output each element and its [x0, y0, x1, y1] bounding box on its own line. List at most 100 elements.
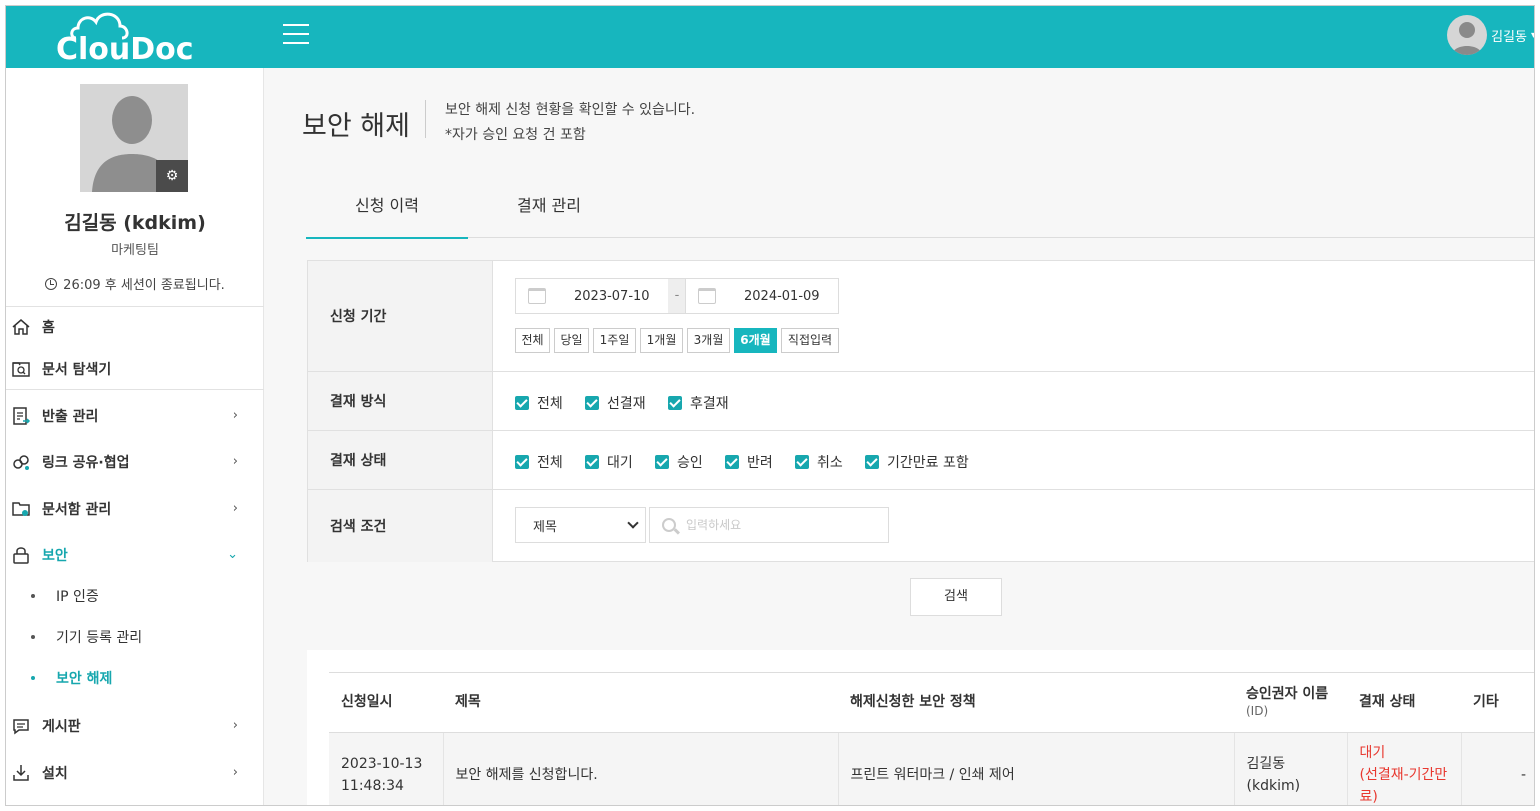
avatar [1447, 15, 1488, 55]
user-menu[interactable]: 김길동 ▾ [1447, 15, 1534, 55]
column-header-approver[interactable]: 승인권자 이름 (ID) [1234, 672, 1347, 733]
session-text: 26:09 후 세션이 종료됩니다. [63, 278, 225, 293]
checkbox-checked-icon [655, 455, 669, 469]
checkbox-checked-icon [725, 455, 739, 469]
profile-name: 김길동 (kdkim) [64, 212, 206, 234]
search-icon [662, 518, 676, 532]
column-header-status[interactable]: 결재 상태 [1347, 672, 1461, 733]
range-1week-button[interactable]: 1주일 [593, 328, 636, 353]
column-header-date[interactable]: 신청일시 [329, 672, 443, 733]
filter-label: 결재 방식 [308, 372, 493, 430]
filter-row-status: 결재 상태 전체 대기 승인 반려 취소 기간만료 포함 [308, 431, 1534, 490]
sidebar-item-explorer[interactable]: 문서 탐색기 [6, 349, 264, 389]
range-1month-button[interactable]: 1개월 [640, 328, 683, 353]
hamburger-menu-icon[interactable] [283, 24, 309, 46]
checkbox-checked-icon [515, 396, 529, 410]
page-title: 보안 해제 [302, 111, 410, 142]
table-row[interactable]: 2023-10-13 11:48:34 보안 해제를 신청합니다. 프린트 워터… [329, 732, 1534, 805]
date-to-value: 2024-01-09 [744, 288, 820, 304]
sidebar-item-label: 반출 관리 [42, 409, 99, 425]
status-approved-checkbox[interactable]: 승인 [655, 452, 703, 472]
range-all-button[interactable]: 전체 [515, 328, 550, 353]
chevron-down-icon: ⌄ [227, 547, 238, 562]
board-icon [10, 715, 32, 737]
sidebar-item-export[interactable]: 반출 관리 › [6, 396, 264, 436]
sidebar-item-security[interactable]: 보안 ⌄ [6, 535, 264, 575]
column-header-policy[interactable]: 해제신청한 보안 정책 [838, 672, 1234, 733]
caret-down-icon: ▾ [1531, 30, 1534, 41]
page-description-line: 보안 해제 신청 현황을 확인할 수 있습니다. [445, 102, 696, 118]
chevron-right-icon: › [232, 501, 238, 516]
sidebar-item-link-share[interactable]: 링크 공유·협업 › [6, 442, 264, 482]
sidebar-item-label: 설치 [42, 766, 68, 782]
sidebar-item-folder-manage[interactable]: 문서함 관리 › [6, 489, 264, 529]
results-table-panel: 신청일시 제목 해제신청한 보안 정책 승인권자 이름 (ID) 결재 상태 기… [307, 650, 1534, 805]
calendar-icon [698, 288, 716, 304]
search-field-selected: 제목 [533, 519, 557, 535]
method-all-checkbox[interactable]: 전체 [515, 393, 563, 413]
search-button[interactable]: 검색 [910, 578, 1002, 616]
date-from-value: 2023-07-10 [574, 288, 650, 304]
page-description: 보안 해제 신청 현황을 확인할 수 있습니다. *자가 승인 요청 건 포함 [445, 98, 695, 148]
date-to-field[interactable]: 2024-01-09 [685, 278, 839, 314]
table-header-row: 신청일시 제목 해제신청한 보안 정책 승인권자 이름 (ID) 결재 상태 기… [329, 672, 1534, 733]
status-all-checkbox[interactable]: 전체 [515, 452, 563, 472]
sidebar-item-board[interactable]: 게시판 › [6, 706, 264, 746]
export-doc-icon [10, 405, 32, 427]
status-expired-checkbox[interactable]: 기간만료 포함 [865, 452, 969, 472]
sidebar-item-label: 링크 공유·협업 [42, 455, 130, 471]
search-field-select[interactable]: 제목 [515, 507, 646, 543]
search-input[interactable] [686, 518, 876, 532]
chevron-right-icon: › [232, 408, 238, 423]
chevron-right-icon: › [232, 718, 238, 733]
column-header-title[interactable]: 제목 [443, 672, 838, 733]
filter-label: 신청 기간 [308, 261, 493, 371]
sidebar-subitem-security-release[interactable]: 보안 해제 [6, 660, 264, 696]
range-3month-button[interactable]: 3개월 [687, 328, 730, 353]
sidebar: ⚙ 김길동 (kdkim) 마케팅팀 26:09 후 세션이 종료됩니다. 홈 … [6, 68, 264, 805]
sidebar-subitem-label: 보안 해제 [56, 671, 113, 687]
sidebar-item-label: 게시판 [42, 719, 81, 735]
range-today-button[interactable]: 당일 [554, 328, 589, 353]
sidebar-item-install[interactable]: 설치 › [6, 753, 264, 793]
profile-photo: ⚙ [80, 84, 188, 192]
date-from-field[interactable]: 2023-07-10 [515, 278, 669, 314]
checkbox-checked-icon [795, 455, 809, 469]
tab-approval-manage[interactable]: 결재 관리 [468, 186, 630, 238]
folder-settings-icon [10, 498, 32, 520]
range-custom-button[interactable]: 직접입력 [781, 328, 839, 353]
link-share-icon [10, 451, 32, 473]
checkbox-checked-icon [585, 455, 599, 469]
chevron-right-icon: › [232, 765, 238, 780]
chevron-down-icon [627, 517, 639, 529]
filter-label: 결재 상태 [308, 431, 493, 489]
lock-icon [10, 544, 32, 566]
gear-icon[interactable]: ⚙ [156, 160, 188, 192]
main-content: 보안 해제 보안 해제 신청 현황을 확인할 수 있습니다. *자가 승인 요청… [264, 68, 1534, 805]
status-canceled-checkbox[interactable]: 취소 [795, 452, 843, 472]
sidebar-item-label: 문서함 관리 [42, 502, 112, 518]
download-icon [10, 762, 32, 784]
column-header-etc[interactable]: 기타 [1461, 672, 1534, 733]
chevron-right-icon: › [232, 454, 238, 469]
cell-policy: 프린트 워터마크 / 인쇄 제어 [838, 732, 1235, 805]
range-6month-button[interactable]: 6개월 [734, 328, 777, 353]
status-pending-checkbox[interactable]: 대기 [585, 452, 633, 472]
cloudoc-logo[interactable]: ClouDoc [54, 12, 214, 67]
checkbox-checked-icon [865, 455, 879, 469]
method-post-checkbox[interactable]: 후결재 [668, 393, 729, 413]
cell-status: 대기 (선결재-기간만 료) [1347, 732, 1462, 805]
sidebar-subitem-ip-auth[interactable]: IP 인증 [6, 578, 264, 614]
cell-title[interactable]: 보안 해제를 신청합니다. [443, 732, 839, 805]
tab-request-history[interactable]: 신청 이력 [306, 186, 468, 239]
method-pre-checkbox[interactable]: 선결재 [585, 393, 646, 413]
divider [6, 389, 264, 390]
results-table: 신청일시 제목 해제신청한 보안 정책 승인권자 이름 (ID) 결재 상태 기… [329, 672, 1534, 805]
sidebar-subitem-device[interactable]: 기기 등록 관리 [6, 619, 264, 655]
filter-row-search: 검색 조건 제목 [308, 490, 1534, 562]
filter-panel: 신청 기간 2023-07-10 - 2024-01-09 전체 당일 1주일 … [307, 260, 1534, 562]
tab-bar: 신청 이력 결재 관리 [306, 186, 1534, 239]
sidebar-item-home[interactable]: 홈 [6, 307, 264, 347]
status-rejected-checkbox[interactable]: 반려 [725, 452, 773, 472]
checkbox-checked-icon [585, 396, 599, 410]
